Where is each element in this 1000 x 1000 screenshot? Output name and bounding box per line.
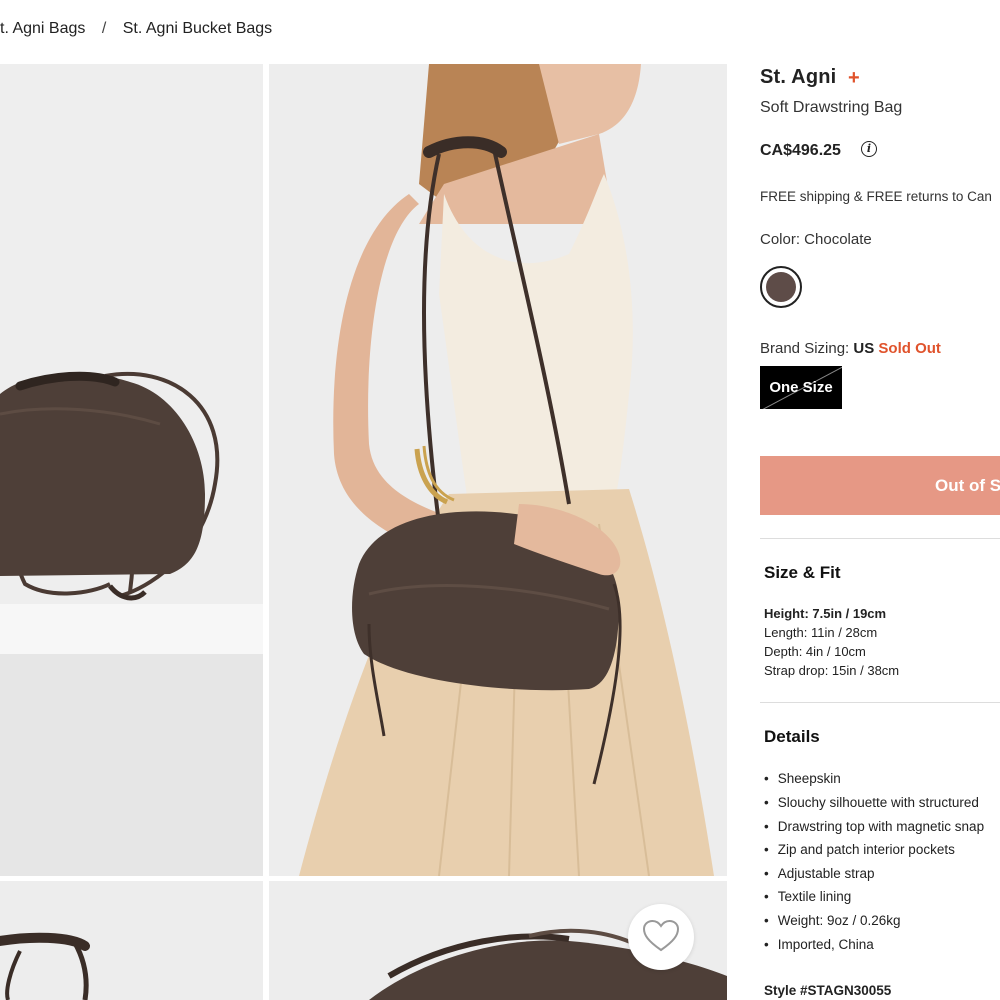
brand-sizing-label: Brand Sizing: US Sold Out [760,340,941,357]
detail-item: Zip and patch interior pockets [764,842,955,857]
size-option-one-size[interactable]: One Size [760,366,842,409]
style-number: Style #STAGN30055 [764,983,892,998]
out-of-stock-button[interactable]: Out of S [760,456,1000,515]
divider [760,538,1000,539]
product-name: Soft Drawstring Bag [760,99,903,116]
breadcrumb-item-bucket-bags[interactable]: St. Agni Bucket Bags [123,20,272,37]
sizing-prefix: Brand Sizing: [760,340,850,357]
swatch-fill [766,272,796,302]
detail-item: Sheepskin [764,771,841,786]
product-image-still[interactable] [0,64,263,876]
brand-name[interactable]: St. Agni [760,66,836,89]
follow-brand-plus[interactable]: + [848,67,860,90]
heart-icon [642,919,680,952]
detail-item: Weight: 9oz / 0.26kg [764,913,901,928]
details-title[interactable]: Details [764,727,820,747]
breadcrumb-item-agni-bags[interactable]: t. Agni Bags [0,20,85,37]
detail-item: Textile lining [764,889,852,904]
detail-item: Slouchy silhouette with structured [764,795,979,810]
color-swatch-chocolate[interactable] [760,266,802,308]
breadcrumb: t. Agni Bags / St. Agni Bucket Bags [0,20,272,38]
breadcrumb-separator: / [101,20,107,37]
size-option-label: One Size [769,379,833,396]
divider [760,702,1000,703]
fit-height: Height: 7.5in / 19cm [764,606,887,621]
info-icon[interactable]: i [861,141,877,157]
sold-out-text: Sold Out [878,340,941,357]
detail-item: Drawstring top with magnetic snap [764,819,984,834]
product-image-detail-1[interactable] [0,881,263,1000]
sizing-region: US [853,340,875,357]
size-fit-title[interactable]: Size & Fit [764,563,841,583]
fit-length: Length: 11in / 28cm [764,625,878,640]
fit-depth: Depth: 4in / 10cm [764,644,866,659]
detail-item: Imported, China [764,937,874,952]
detail-item: Adjustable strap [764,866,875,881]
price: CA$496.25 [760,142,841,159]
shipping-info: FREE shipping & FREE returns to Can [760,189,992,204]
color-label: Color: Chocolate [760,231,872,248]
product-image-model[interactable] [269,64,727,876]
wishlist-button[interactable] [628,904,694,970]
fit-strap-drop: Strap drop: 15in / 38cm [764,663,900,678]
